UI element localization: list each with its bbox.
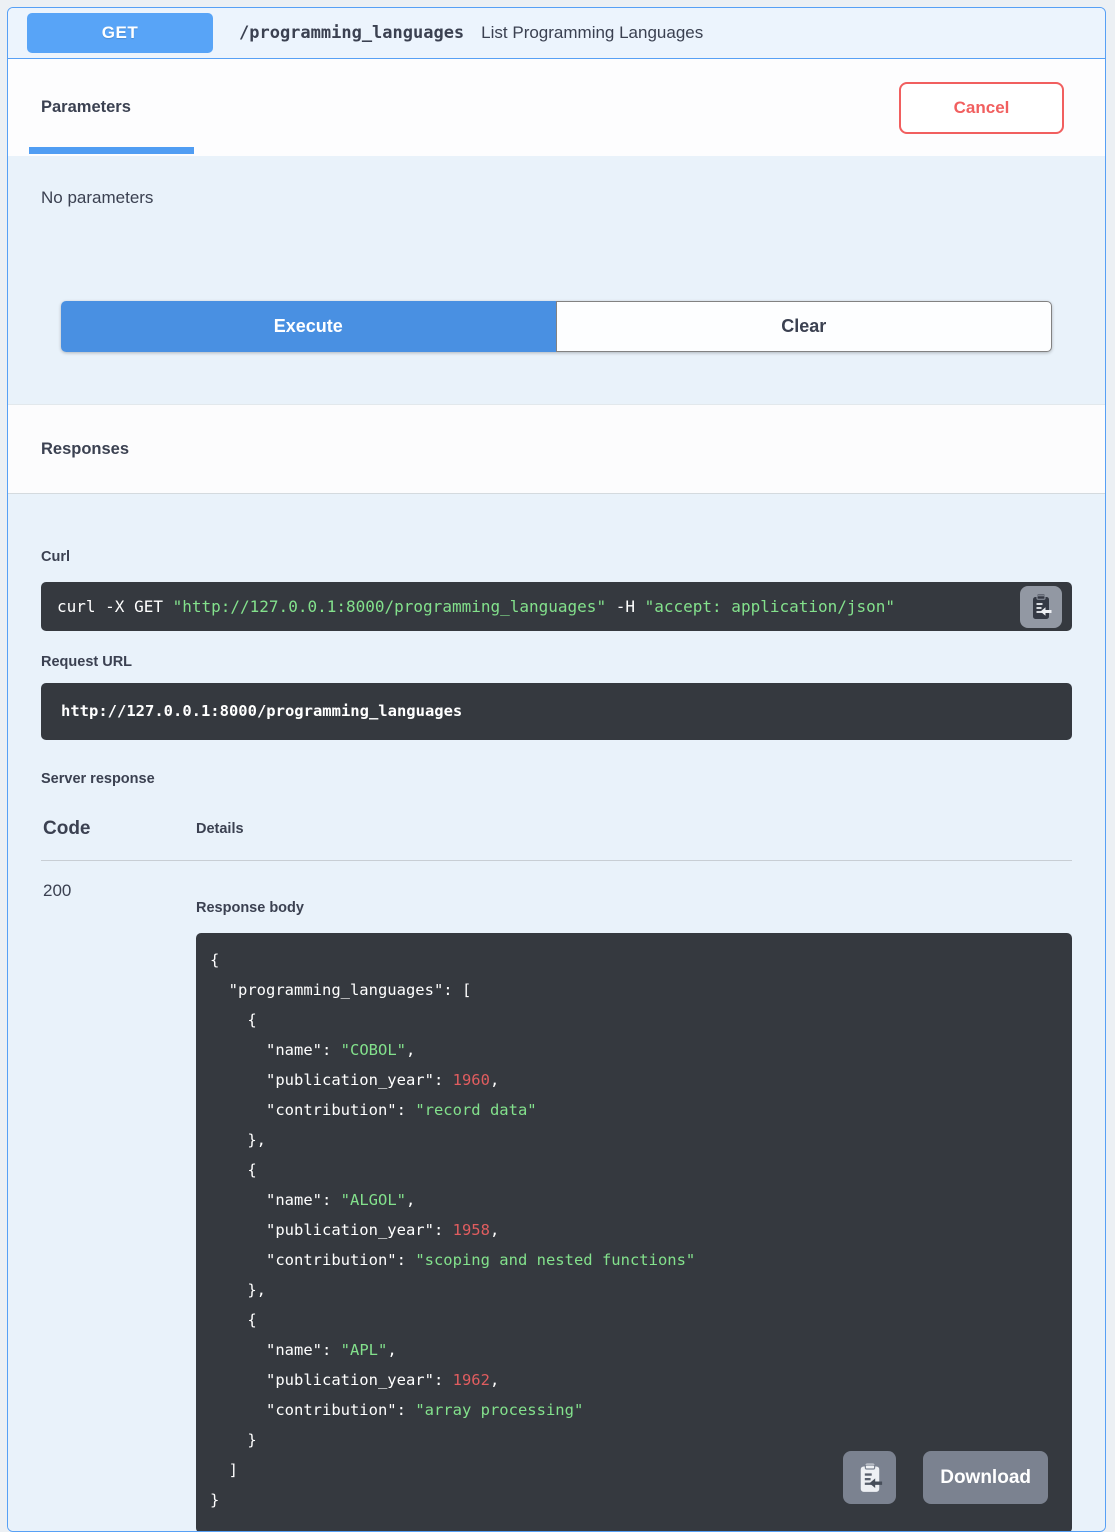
active-tab-underline: [29, 147, 194, 154]
response-details: Response body { "programming_languages":…: [196, 881, 1072, 1531]
status-code: 200: [43, 881, 72, 900]
cancel-button[interactable]: Cancel: [899, 81, 1064, 134]
endpoint-summary: List Programming Languages: [481, 23, 704, 42]
curl-command-wrap: curl -X GET "http://127.0.0.1:8000/progr…: [41, 582, 1072, 631]
copy-curl-button[interactable]: [1020, 586, 1062, 628]
clear-button[interactable]: Clear: [555, 301, 1052, 352]
curl-header-value: "accept: application/json": [644, 597, 896, 616]
execute-button[interactable]: Execute: [61, 301, 556, 352]
request-url-value: http://127.0.0.1:8000/programming_langua…: [41, 683, 1072, 740]
curl-prefix: curl -X GET: [57, 597, 173, 616]
tab-parameters: Parameters: [41, 98, 131, 116]
responses-body: Curl curl -X GET "http://127.0.0.1:8000/…: [8, 494, 1105, 1531]
execute-row: Execute Clear: [61, 301, 1052, 352]
parameters-header: Parameters Cancel: [8, 59, 1105, 156]
response-table-head: Code Details: [41, 818, 1072, 840]
copy-response-button[interactable]: [843, 1451, 897, 1504]
details-column-header: Details: [196, 821, 244, 837]
clipboard-copy-icon: [1033, 594, 1052, 619]
clipboard-copy-icon: [860, 1463, 882, 1492]
operation-summary[interactable]: GET /programming_languages List Programm…: [8, 8, 1105, 59]
download-button[interactable]: Download: [923, 1451, 1048, 1504]
curl-header-flag: -H: [606, 597, 645, 616]
curl-url: "http://127.0.0.1:8000/programming_langu…: [172, 597, 607, 616]
response-row-200: 200 Response body { "programming_languag…: [41, 881, 1072, 1531]
response-body-code: { "programming_languages": [ { "name": "…: [210, 951, 696, 1509]
response-body-actions: Download: [843, 1451, 1048, 1504]
code-column-header: Code: [43, 818, 91, 839]
response-body-block: { "programming_languages": [ { "name": "…: [196, 933, 1072, 1531]
table-divider: [41, 860, 1072, 861]
parameters-body: No parameters Execute Clear: [8, 156, 1105, 404]
server-response-label: Server response: [41, 771, 155, 787]
responses-header: Responses: [8, 404, 1105, 494]
response-body-label: Response body: [196, 900, 304, 916]
method-badge: GET: [27, 13, 213, 53]
operation-block: GET /programming_languages List Programm…: [7, 7, 1106, 1532]
curl-command[interactable]: curl -X GET "http://127.0.0.1:8000/progr…: [41, 582, 1072, 631]
curl-label: Curl: [41, 549, 70, 565]
no-parameters-text: No parameters: [41, 188, 154, 207]
request-url-label: Request URL: [41, 654, 133, 670]
responses-title: Responses: [41, 439, 130, 458]
endpoint-path: /programming_languages: [239, 23, 465, 43]
